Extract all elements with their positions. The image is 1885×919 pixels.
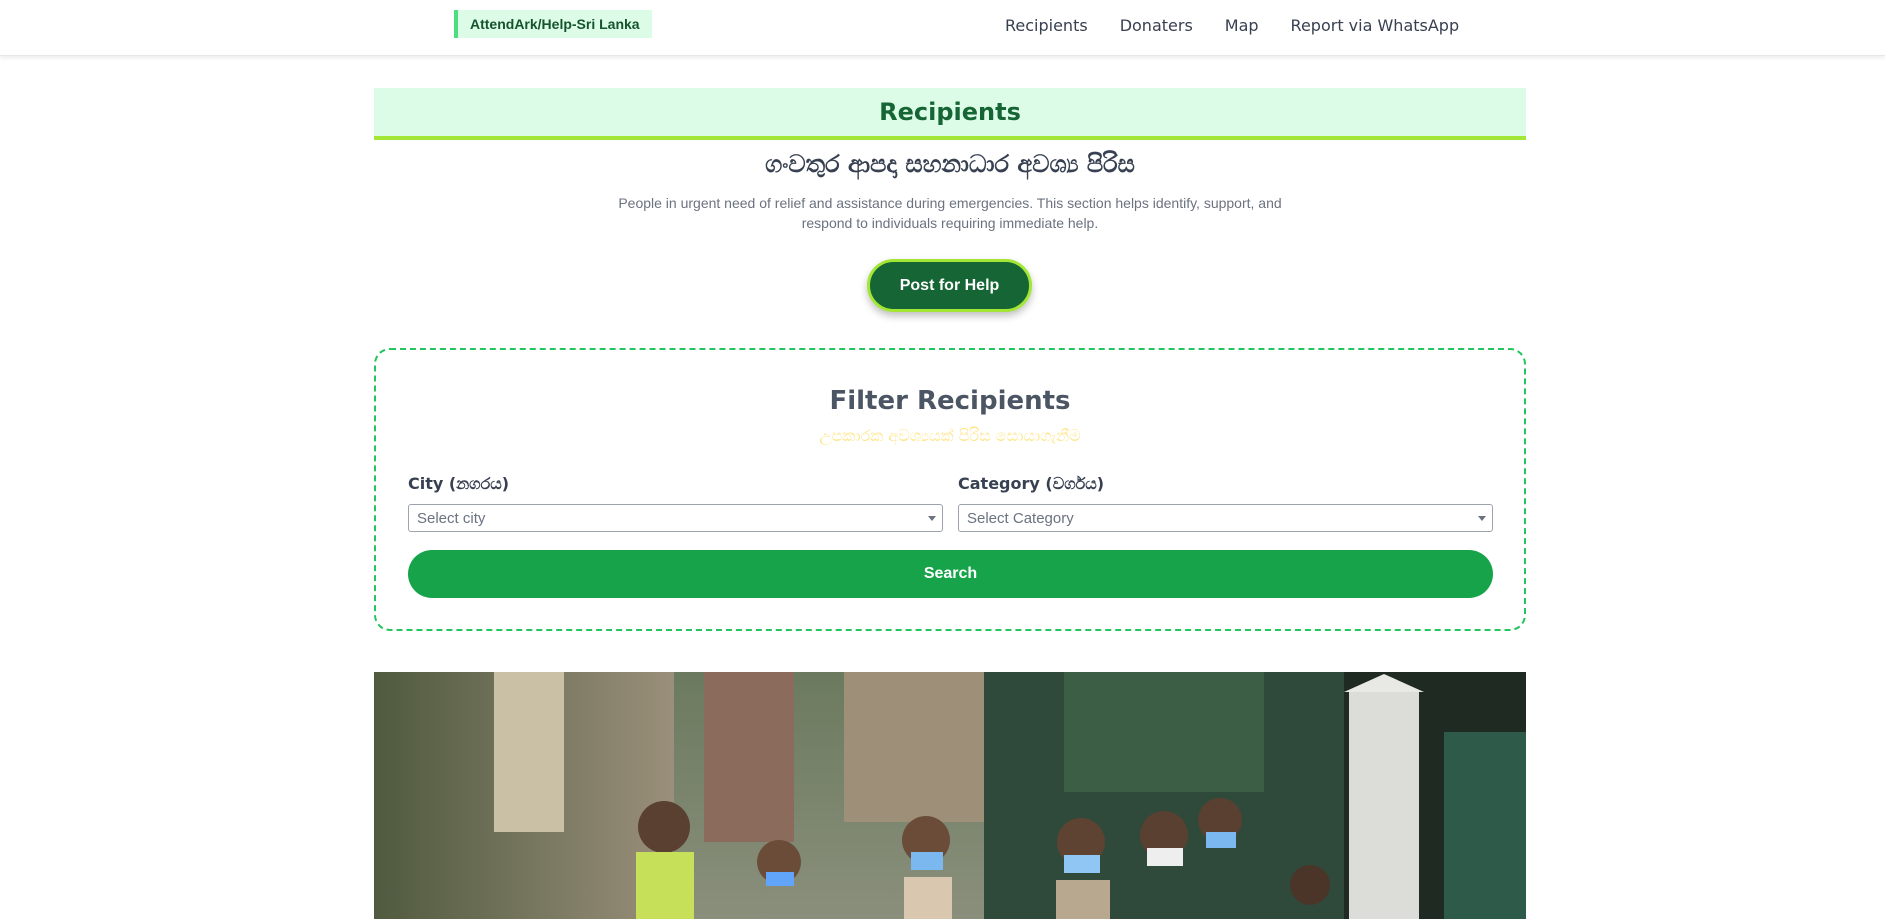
chevron-down-icon <box>928 516 936 521</box>
top-navbar: AttendArk/Help-Sri Lanka Recipients Dona… <box>0 0 1885 56</box>
filter-panel: Filter Recipients උපකාරක අවශ්‍යයක් පිරිස… <box>374 348 1526 631</box>
nav-report-whatsapp[interactable]: Report via WhatsApp <box>1291 16 1460 35</box>
sinhala-title: ගංවතුර ආපදා සහනාධාර අවශ්‍ය පිරිස <box>765 150 1135 178</box>
filter-title: Filter Recipients <box>829 386 1071 416</box>
nav-recipients[interactable]: Recipients <box>1005 16 1088 35</box>
hero-photo <box>374 672 1526 919</box>
page-title: Recipients <box>879 98 1021 126</box>
brand-logo[interactable]: AttendArk/Help-Sri Lanka <box>454 10 652 38</box>
search-button[interactable]: Search <box>408 550 1493 598</box>
page-title-band: Recipients <box>374 88 1526 140</box>
page-description: People in urgent need of relief and assi… <box>618 195 1282 231</box>
nav-donaters[interactable]: Donaters <box>1120 16 1193 35</box>
category-select[interactable]: Select Category <box>958 504 1493 532</box>
city-select[interactable]: Select city <box>408 504 943 532</box>
filter-subtitle: උපකාරක අවශ්‍යයක් පිරිස සොයාගැනීම <box>819 426 1081 445</box>
city-label: City (නගරය) <box>408 474 510 493</box>
chevron-down-icon <box>1478 516 1486 521</box>
city-select-placeholder: Select city <box>417 509 486 527</box>
main-nav: Recipients Donaters Map Report via Whats… <box>1005 0 1459 50</box>
category-select-placeholder: Select Category <box>967 509 1074 527</box>
category-label: Category (වර්ගය) <box>958 474 1105 493</box>
post-for-help-button[interactable]: Post for Help <box>867 259 1032 312</box>
nav-map[interactable]: Map <box>1225 16 1259 35</box>
